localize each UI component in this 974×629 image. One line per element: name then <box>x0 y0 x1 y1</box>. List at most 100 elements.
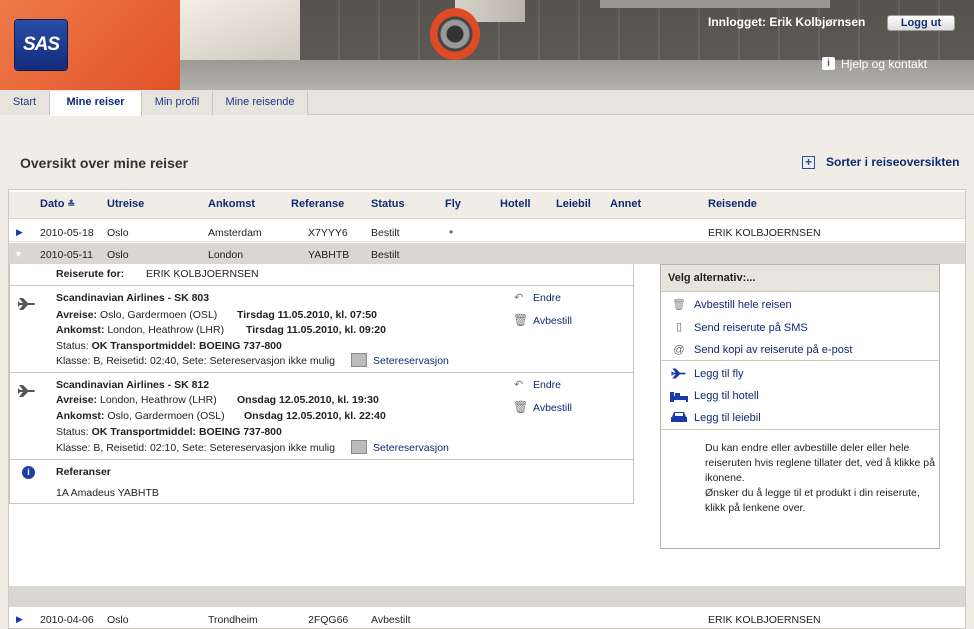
trash-icon[interactable]: 🗑 <box>671 298 687 311</box>
add-rental-car-link[interactable]: Legg til leiebil <box>694 412 761 424</box>
undo-arrow-icon[interactable]: ↶ <box>514 378 523 391</box>
sas-logo[interactable]: SAS <box>15 20 67 70</box>
departure-place: Oslo, Gardermoen (OSL) <box>99 309 218 321</box>
status-label: Status: <box>56 340 89 352</box>
departure-place: London, Heathrow (LHR) <box>99 394 217 406</box>
column-header-hotell[interactable]: Hotell <box>500 198 531 210</box>
flight-title: Scandinavian Airlines - SK 812 <box>56 379 210 391</box>
arrival-time: Onsdag 12.05.2010, kl. 22:40 <box>244 410 386 422</box>
status-value: OK <box>91 340 108 352</box>
banner-engine <box>430 8 480 60</box>
references-value: 1A Amadeus YABHTB <box>56 487 159 499</box>
airplane-icon[interactable] <box>670 366 688 381</box>
row-ref: X7YYY6 <box>308 227 348 239</box>
tab-start[interactable]: Start <box>0 91 50 115</box>
table-header <box>9 192 965 219</box>
options-info-line-1: Du kan endre eller avbestille deler elle… <box>705 442 935 484</box>
options-title: Velg alternativ:... <box>668 272 756 284</box>
options-info-line-2: Ønsker du å legge til et produkt i din r… <box>705 487 920 514</box>
trash-icon[interactable]: 🗑 <box>513 400 528 414</box>
departure-time: Onsdag 12.05.2010, kl. 19:30 <box>237 394 379 406</box>
column-header-reisende[interactable]: Reisende <box>708 198 757 210</box>
options-info-text: Du kan endre eller avbestille deler elle… <box>705 441 935 516</box>
expand-arrow-icon[interactable]: ▶ <box>16 227 23 238</box>
seat-reservation-link[interactable]: Setereservasjon <box>373 442 449 454</box>
trash-icon[interactable]: 🗑 <box>513 313 528 327</box>
column-header-status[interactable]: Status <box>371 198 405 210</box>
info-icon[interactable]: i <box>822 57 835 70</box>
row-to: London <box>208 249 244 261</box>
seat-reservation-link[interactable]: Setereservasjon <box>373 355 449 367</box>
row-from: Oslo <box>107 227 129 239</box>
column-header-fly[interactable]: Fly <box>445 198 461 210</box>
divider <box>661 360 939 361</box>
car-icon[interactable] <box>670 410 688 424</box>
transport-value: BOEING 737-800 <box>198 340 282 352</box>
arrival-label: Ankomst: <box>56 324 105 336</box>
arrival-time: Tirsdag 11.05.2010, kl. 09:20 <box>246 324 386 336</box>
divider <box>661 429 939 430</box>
flight-title: Scandinavian Airlines - SK 803 <box>56 292 210 304</box>
arrival-label: Ankomst: <box>56 410 105 422</box>
tab-mine-reisende[interactable]: Mine reisende <box>213 91 308 115</box>
tab-mine-reiser[interactable]: Mine reiser <box>50 91 142 116</box>
change-link[interactable]: Endre <box>533 292 561 304</box>
collapse-arrow-icon[interactable]: ▼ <box>14 249 23 259</box>
departure-label: Avreise: <box>56 394 98 406</box>
row-separator-band <box>9 586 965 607</box>
cancel-link[interactable]: Avbestill <box>533 315 572 327</box>
logout-button[interactable]: Logg ut <box>887 15 955 31</box>
row-ref: 2FQG66 <box>308 614 349 626</box>
column-header-utreise[interactable]: Utreise <box>107 198 144 210</box>
column-header-annet[interactable]: Annet <box>610 198 641 210</box>
add-hotel-link[interactable]: Legg til hotell <box>694 390 759 402</box>
column-header-leiebil[interactable]: Leiebil <box>556 198 591 210</box>
sort-desc-icon[interactable]: ≛ <box>68 199 76 209</box>
row-date[interactable]: 2010-05-18 <box>40 227 94 239</box>
divider <box>9 372 634 373</box>
transport-value: BOEING 737-800 <box>198 426 282 438</box>
row-status: Bestilt <box>371 249 400 261</box>
status-label: Status: <box>56 426 89 438</box>
phone-icon[interactable]: ▯ <box>671 320 687 333</box>
send-email-link[interactable]: Send kopi av reiserute på e-post <box>694 344 852 356</box>
row-traveler: ERIK KOLBJOERNSEN <box>708 614 821 626</box>
bed-icon[interactable] <box>669 390 689 403</box>
column-header-dato[interactable]: Dato ≛ <box>40 198 75 210</box>
plus-square-icon[interactable]: + <box>802 156 815 169</box>
airplane-icon <box>18 385 35 397</box>
sort-overview-link[interactable]: Sorter i reiseoversikten <box>826 155 959 169</box>
seat-icon[interactable] <box>351 440 367 454</box>
row-to: Amsterdam <box>208 227 262 239</box>
cancel-link[interactable]: Avbestill <box>533 402 572 414</box>
expand-arrow-icon[interactable]: ▶ <box>16 614 23 625</box>
seat-icon[interactable] <box>351 353 367 367</box>
cancel-whole-trip-link[interactable]: Avbestill hele reisen <box>694 299 792 311</box>
page-title: Oversikt over mine reiser <box>20 155 189 171</box>
references-title: Referanser <box>56 466 111 478</box>
departure-time: Tirsdag 11.05.2010, kl. 07:50 <box>237 309 377 321</box>
banner-wing <box>600 0 830 8</box>
send-sms-link[interactable]: Send reiserute på SMS <box>694 322 808 334</box>
column-header-referanse[interactable]: Referanse <box>291 198 344 210</box>
row-date[interactable]: 2010-05-11 <box>40 249 93 261</box>
tab-min-profil[interactable]: Min profil <box>142 91 213 115</box>
undo-arrow-icon[interactable]: ↶ <box>514 291 523 304</box>
itinerary-name: ERIK KOLBJOERNSEN <box>146 268 259 280</box>
column-header-ankomst[interactable]: Ankomst <box>208 198 255 210</box>
divider <box>9 285 634 286</box>
row-divider <box>9 241 965 242</box>
change-link[interactable]: Endre <box>533 379 561 391</box>
class-info: Klasse: B, Reisetid: 02:40, Sete: Setere… <box>56 355 335 367</box>
row-date[interactable]: 2010-04-06 <box>40 614 94 626</box>
divider <box>9 459 634 460</box>
row-status: Avbestilt <box>371 614 411 626</box>
add-flight-link[interactable]: Legg til fly <box>694 368 744 380</box>
help-contact-link[interactable]: Hjelp og kontakt <box>841 57 927 71</box>
arrival-place: Oslo, Gardermoen (OSL) <box>107 410 225 422</box>
airplane-icon <box>18 298 35 310</box>
logged-in-user: Innlogget: Erik Kolbjørnsen <box>708 15 866 29</box>
table-row-expanded[interactable] <box>9 243 965 264</box>
row-traveler: ERIK KOLBJOERNSEN <box>708 227 821 239</box>
at-sign-icon[interactable]: @ <box>671 344 687 356</box>
